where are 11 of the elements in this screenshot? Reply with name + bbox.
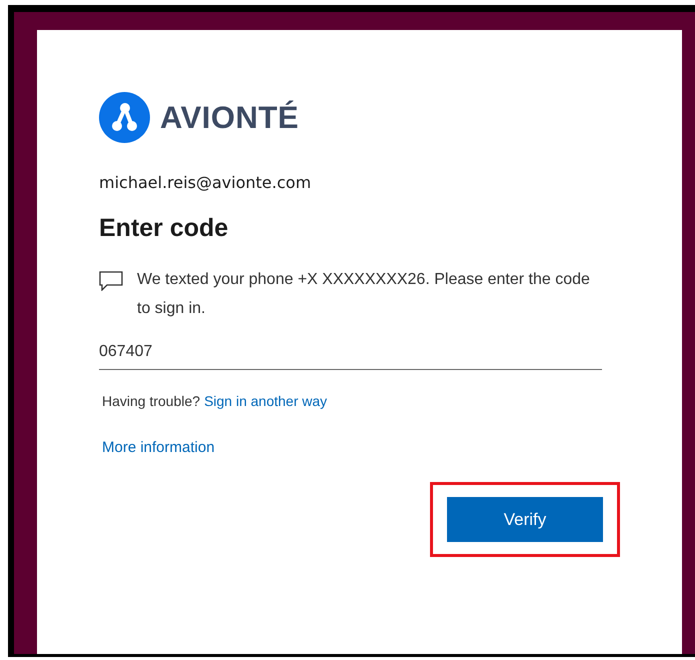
code-input-field[interactable]: 067407 <box>99 337 602 370</box>
logo-icon <box>99 92 150 143</box>
account-email: michael.reis@avionte.com <box>99 173 312 192</box>
message-text: We texted your phone +X XXXXXXXX26. Please enter the code to sign in. <box>137 270 591 319</box>
more-information-link[interactable]: More information <box>99 439 215 456</box>
trouble-text: Having trouble? <box>102 393 200 409</box>
sign-in-another-way-link[interactable]: Sign in another way <box>204 393 328 409</box>
page-title: Enter code <box>99 214 230 243</box>
message-icon <box>99 271 123 291</box>
brand-name: AVIONTÉ <box>160 100 299 136</box>
verify-button[interactable]: Verify <box>447 497 603 542</box>
